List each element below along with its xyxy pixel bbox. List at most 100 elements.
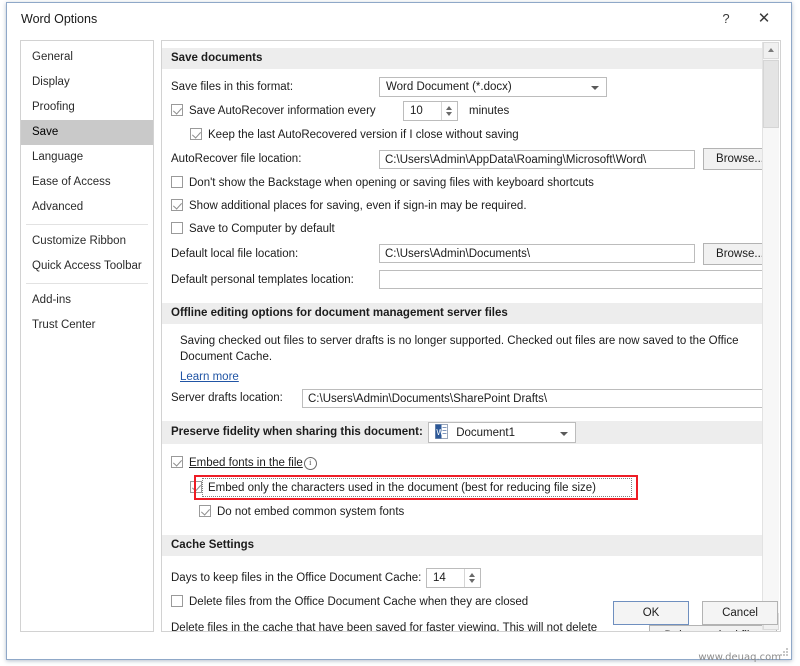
learn-more-row: Learn more (171, 371, 762, 383)
no-common-system-fonts-checkbox[interactable] (199, 505, 211, 517)
row-no-common-system-fonts: Do not embed common system fonts (171, 501, 762, 524)
embed-fonts-checkbox[interactable] (171, 456, 183, 468)
autorecover-minutes-value: 10 (410, 105, 423, 117)
section-save-documents: Save files in this format: Word Document… (162, 69, 777, 293)
sidebar-item-quick-access-toolbar[interactable]: Quick Access Toolbar (21, 254, 153, 279)
days-to-keep-value: 14 (433, 572, 446, 584)
autorecover-checkbox[interactable] (171, 104, 183, 116)
dont-show-backstage-checkbox[interactable] (171, 176, 183, 188)
word-document-icon: W (435, 424, 448, 439)
sidebar-item-advanced[interactable]: Advanced (21, 195, 153, 220)
server-drafts-location-input[interactable]: C:\Users\Admin\Documents\SharePoint Draf… (302, 389, 777, 408)
days-to-keep-label: Days to keep files in the Office Documen… (171, 572, 422, 584)
sidebar-item-ease-of-access[interactable]: Ease of Access (21, 170, 153, 195)
section-header-offline-editing: Offline editing options for document man… (162, 303, 762, 324)
save-format-label: Save files in this format: (171, 81, 294, 93)
additional-places-checkbox[interactable] (171, 199, 183, 211)
title-bar: Word Options ? ✕ (7, 3, 791, 36)
scrollbar-thumb[interactable] (763, 60, 779, 128)
autorecover-minutes-stepper[interactable]: 10 (403, 101, 458, 121)
no-common-system-fonts-label: Do not embed common system fonts (217, 506, 405, 518)
info-icon[interactable]: i (303, 457, 317, 470)
resize-grip[interactable] (778, 646, 788, 656)
embed-characters-label: Embed only the characters used in the do… (208, 482, 597, 494)
section-preserve-fidelity: Embed fonts in the file i Embed only the … (162, 444, 762, 524)
autorecover-units-label: minutes (469, 105, 510, 117)
svg-text:W: W (436, 428, 444, 437)
document-selector-combo[interactable]: W Document1 (428, 422, 576, 443)
save-format-value: Word Document (*.docx) (386, 81, 512, 93)
row-embed-fonts: Embed fonts in the file i (171, 452, 762, 475)
save-to-computer-checkbox[interactable] (171, 222, 183, 234)
chevron-down-icon (560, 432, 568, 436)
days-to-keep-stepper[interactable]: 14 (426, 568, 481, 588)
page-title: Word Options (21, 12, 98, 26)
row-default-local-location: Default local file location: C:\Users\Ad… (171, 241, 777, 267)
sidebar-divider-2 (26, 283, 148, 284)
row-save-format: Save files in this format: Word Document… (171, 76, 762, 99)
document-selector-value: Document1 (456, 427, 516, 439)
sidebar-item-customize-ribbon[interactable]: Customize Ribbon (21, 229, 153, 254)
default-templates-location-label: Default personal templates location: (171, 274, 354, 286)
stepper-up-icon[interactable] (446, 106, 452, 110)
section-header-save-documents: Save documents (162, 48, 762, 69)
sidebar-divider-1 (26, 224, 148, 225)
sidebar-item-proofing[interactable]: Proofing (21, 95, 153, 120)
help-icon[interactable]: ? (711, 7, 741, 31)
watermark-text: www.deuaq.com (698, 652, 781, 663)
row-additional-places: Show additional places for saving, even … (171, 195, 762, 218)
dialog-body: General Display Proofing Save Language E… (7, 36, 791, 663)
row-dont-show-backstage: Don't show the Backstage when opening or… (171, 172, 762, 195)
word-options-dialog: Word Options ? ✕ General Display Proofin… (6, 2, 792, 663)
section-offline-editing: Saving checked out files to server draft… (162, 324, 777, 411)
chevron-down-icon (591, 86, 599, 90)
vertical-scrollbar[interactable] (762, 42, 779, 630)
learn-more-link[interactable]: Learn more (180, 371, 239, 383)
keep-last-autorecovered-label: Keep the last AutoRecovered version if I… (208, 129, 519, 141)
sidebar-item-add-ins[interactable]: Add-ins (21, 288, 153, 313)
scroll-up-button[interactable] (763, 42, 779, 59)
sidebar-item-trust-center[interactable]: Trust Center (21, 313, 153, 338)
stepper-down-icon[interactable] (446, 112, 452, 116)
stepper-buttons[interactable] (441, 102, 457, 120)
server-drafts-location-label: Server drafts location: (171, 392, 283, 404)
row-embed-characters: Embed only the characters used in the do… (171, 475, 762, 501)
sidebar-item-display[interactable]: Display (21, 70, 153, 95)
offline-editing-description: Saving checked out files to server draft… (180, 335, 739, 363)
sidebar-item-language[interactable]: Language (21, 145, 153, 170)
row-autorecover-location: AutoRecover file location: C:\Users\Admi… (171, 147, 777, 172)
stepper-buttons[interactable] (464, 569, 480, 587)
autorecover-location-input[interactable]: C:\Users\Admin\AppData\Roaming\Microsoft… (379, 150, 695, 169)
keep-last-autorecovered-checkbox[interactable] (190, 128, 202, 140)
sidebar: General Display Proofing Save Language E… (20, 40, 154, 632)
row-keep-last-autorecovered: Keep the last AutoRecovered version if I… (171, 124, 762, 147)
row-default-templates-location: Default personal templates location: (171, 267, 777, 293)
close-icon[interactable]: ✕ (749, 7, 779, 31)
cancel-button[interactable]: Cancel (702, 601, 778, 625)
stepper-up-icon[interactable] (469, 573, 475, 577)
embed-characters-checkbox[interactable] (190, 481, 202, 493)
options-content: Save documents Save files in this format… (162, 41, 777, 631)
options-panel: Save documents Save files in this format… (161, 40, 781, 632)
ok-button[interactable]: OK (613, 601, 689, 625)
row-server-drafts-location: Server drafts location: C:\Users\Admin\D… (171, 385, 777, 411)
triangle-up-icon (768, 48, 774, 52)
save-format-combo[interactable]: Word Document (*.docx) (379, 77, 607, 97)
stepper-down-icon[interactable] (469, 579, 475, 583)
section-header-cache-settings: Cache Settings (162, 535, 762, 556)
dialog-footer: OK Cancel www.deuaq.com (7, 599, 791, 663)
default-local-location-input[interactable]: C:\Users\Admin\Documents\ (379, 244, 695, 263)
row-save-to-computer: Save to Computer by default (171, 218, 762, 241)
preserve-fidelity-heading-text: Preserve fidelity when sharing this docu… (171, 426, 423, 438)
dont-show-backstage-label: Don't show the Backstage when opening or… (189, 177, 594, 189)
default-local-location-label: Default local file location: (171, 248, 299, 260)
sidebar-item-save[interactable]: Save (21, 120, 153, 145)
sidebar-item-general[interactable]: General (21, 45, 153, 70)
embed-fonts-label: Embed fonts in the file (189, 457, 303, 469)
row-days-to-keep: Days to keep files in the Office Documen… (171, 565, 762, 591)
row-autorecover-interval: Save AutoRecover information every 10 mi… (171, 99, 762, 124)
section-header-preserve-fidelity: Preserve fidelity when sharing this docu… (162, 421, 762, 444)
additional-places-label: Show additional places for saving, even … (189, 200, 527, 212)
default-templates-location-input[interactable] (379, 270, 777, 289)
autorecover-label: Save AutoRecover information every (189, 105, 376, 117)
